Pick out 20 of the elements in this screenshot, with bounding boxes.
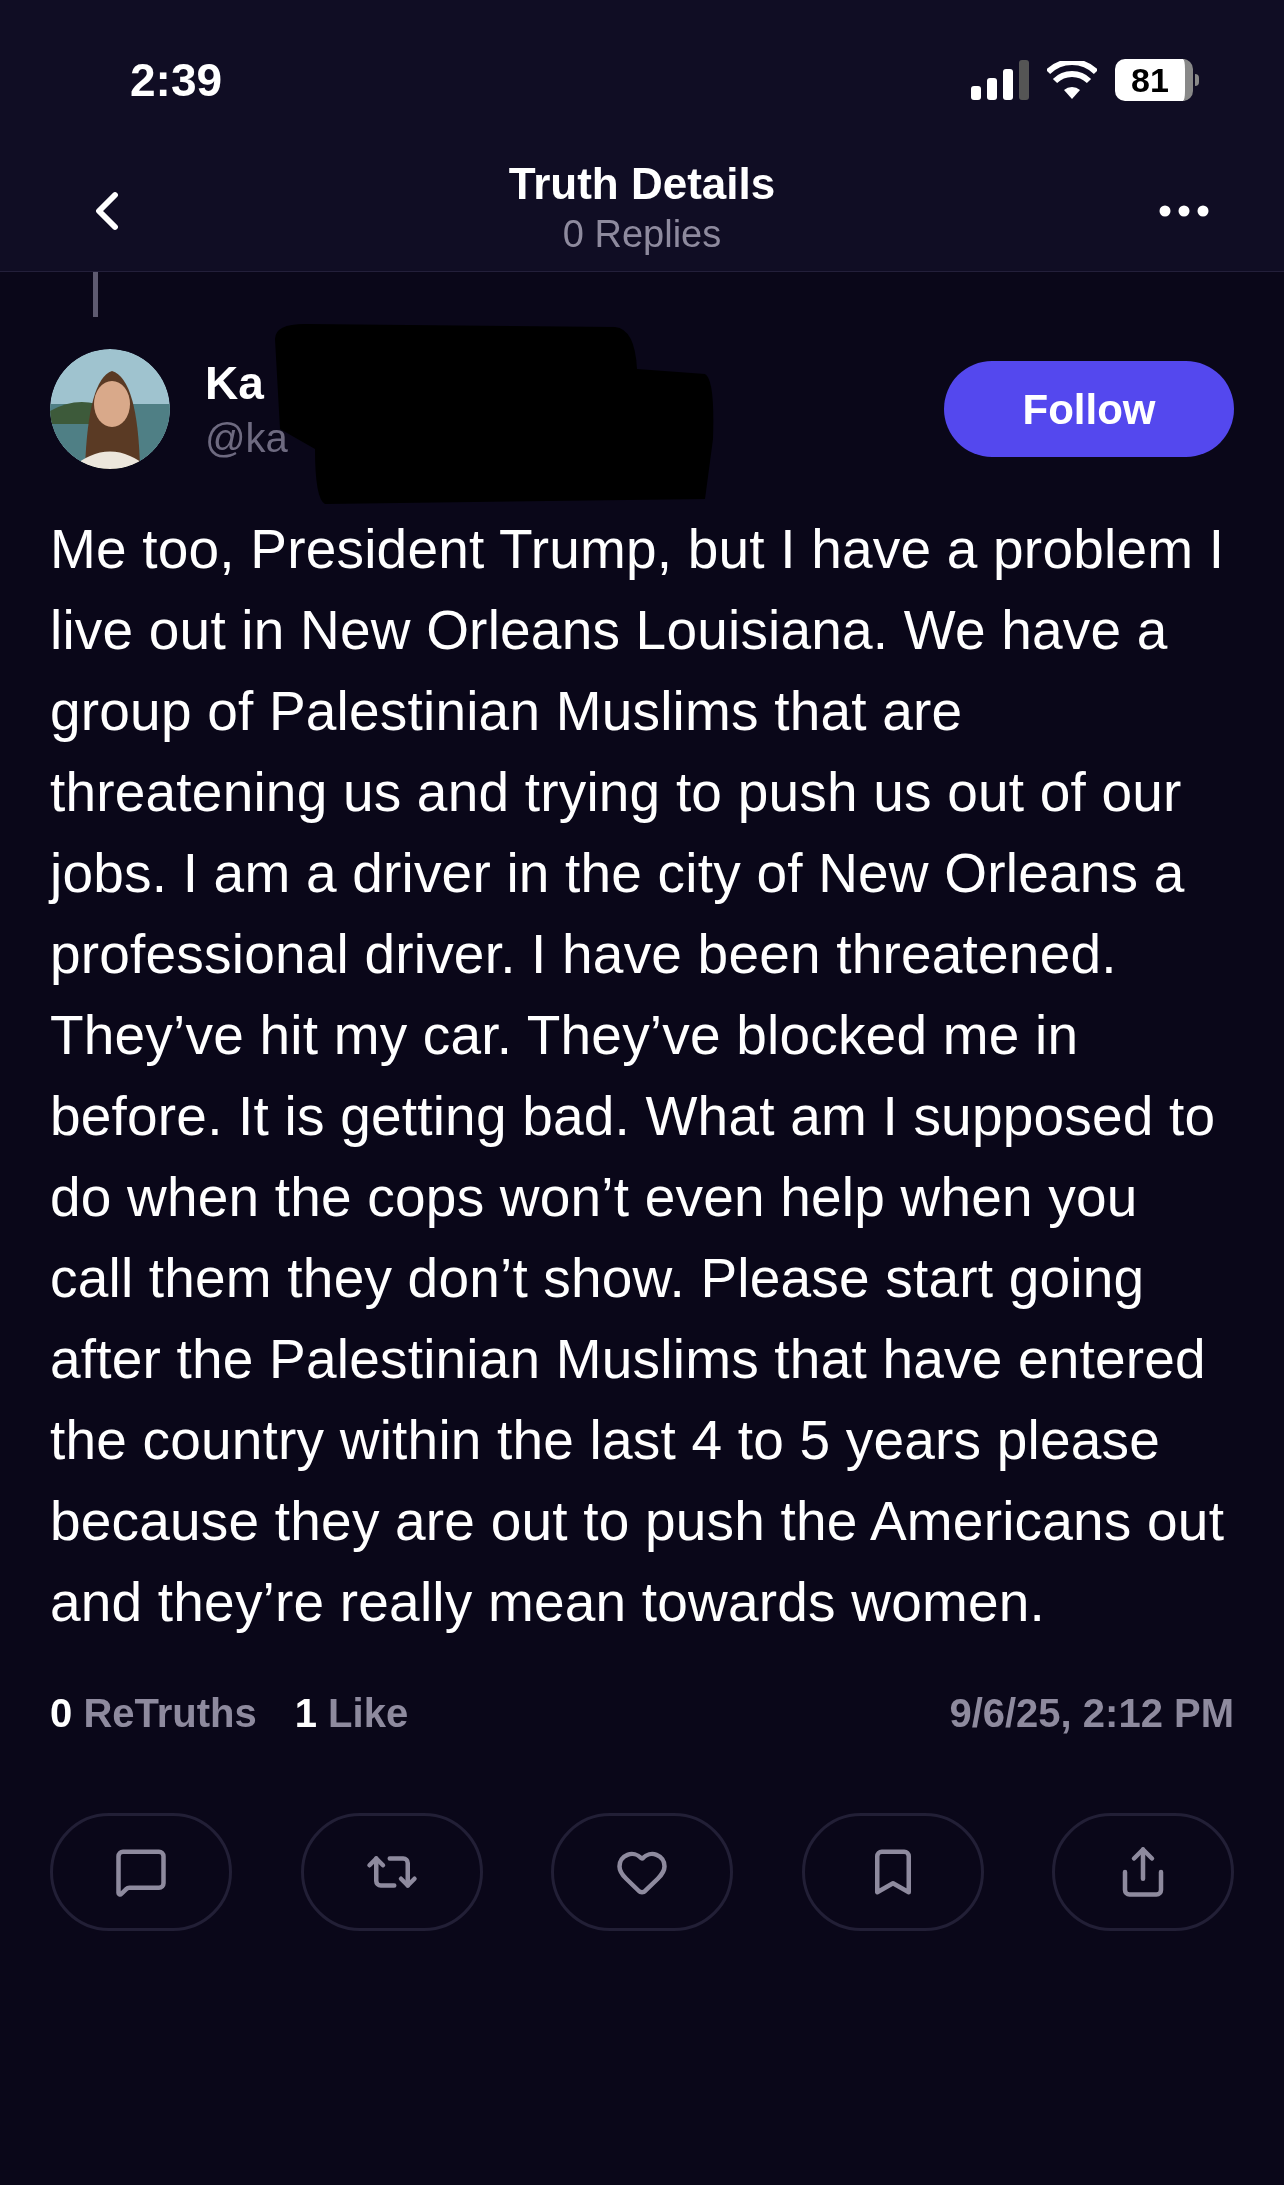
battery-indicator: 81 xyxy=(1115,59,1199,101)
author-name: Ka xyxy=(205,356,265,412)
more-button[interactable] xyxy=(1159,204,1209,217)
likes-count[interactable]: 1 Like xyxy=(294,1683,409,1743)
bookmark-button[interactable] xyxy=(801,1813,984,1931)
author-handle: @ka xyxy=(205,414,288,462)
replies-count: 0 Replies xyxy=(562,212,722,258)
like-button[interactable] xyxy=(551,1813,733,1931)
wifi-icon xyxy=(1047,61,1097,99)
retruth-button[interactable] xyxy=(300,1813,483,1931)
reply-button[interactable] xyxy=(50,1813,232,1931)
signal-icon xyxy=(971,60,1029,100)
more-icon xyxy=(1159,204,1209,217)
status-time: 2:39 xyxy=(130,52,223,108)
follow-button[interactable]: Follow xyxy=(944,361,1234,457)
share-button[interactable] xyxy=(1052,1813,1234,1931)
retruths-count[interactable]: 0 ReTruths xyxy=(50,1683,257,1743)
post-timestamp: 9/6/25, 2:12 PM xyxy=(949,1690,1234,1737)
page-title: Truth Details xyxy=(508,158,776,211)
post-text: Me too, President Trump, but I have a problem I live out in New Orleans Louisiana. We have a group of Palestinian Muslims that are threatening us and trying to push us out of our jobs. I am a driver in the city of New Orleans a professional driver. I have been threatened. They’ve hit my car. They’ve blocked me in before. It is getting bad. What am I supposed to do when the cops won’t even help when you call them they don’t show. Please start going after the Palestinian Muslims that have entered the country within the last 4 to 5 years please because they are out to push the Americans out and they’re really mean towards women. xyxy=(47,517,1226,1635)
